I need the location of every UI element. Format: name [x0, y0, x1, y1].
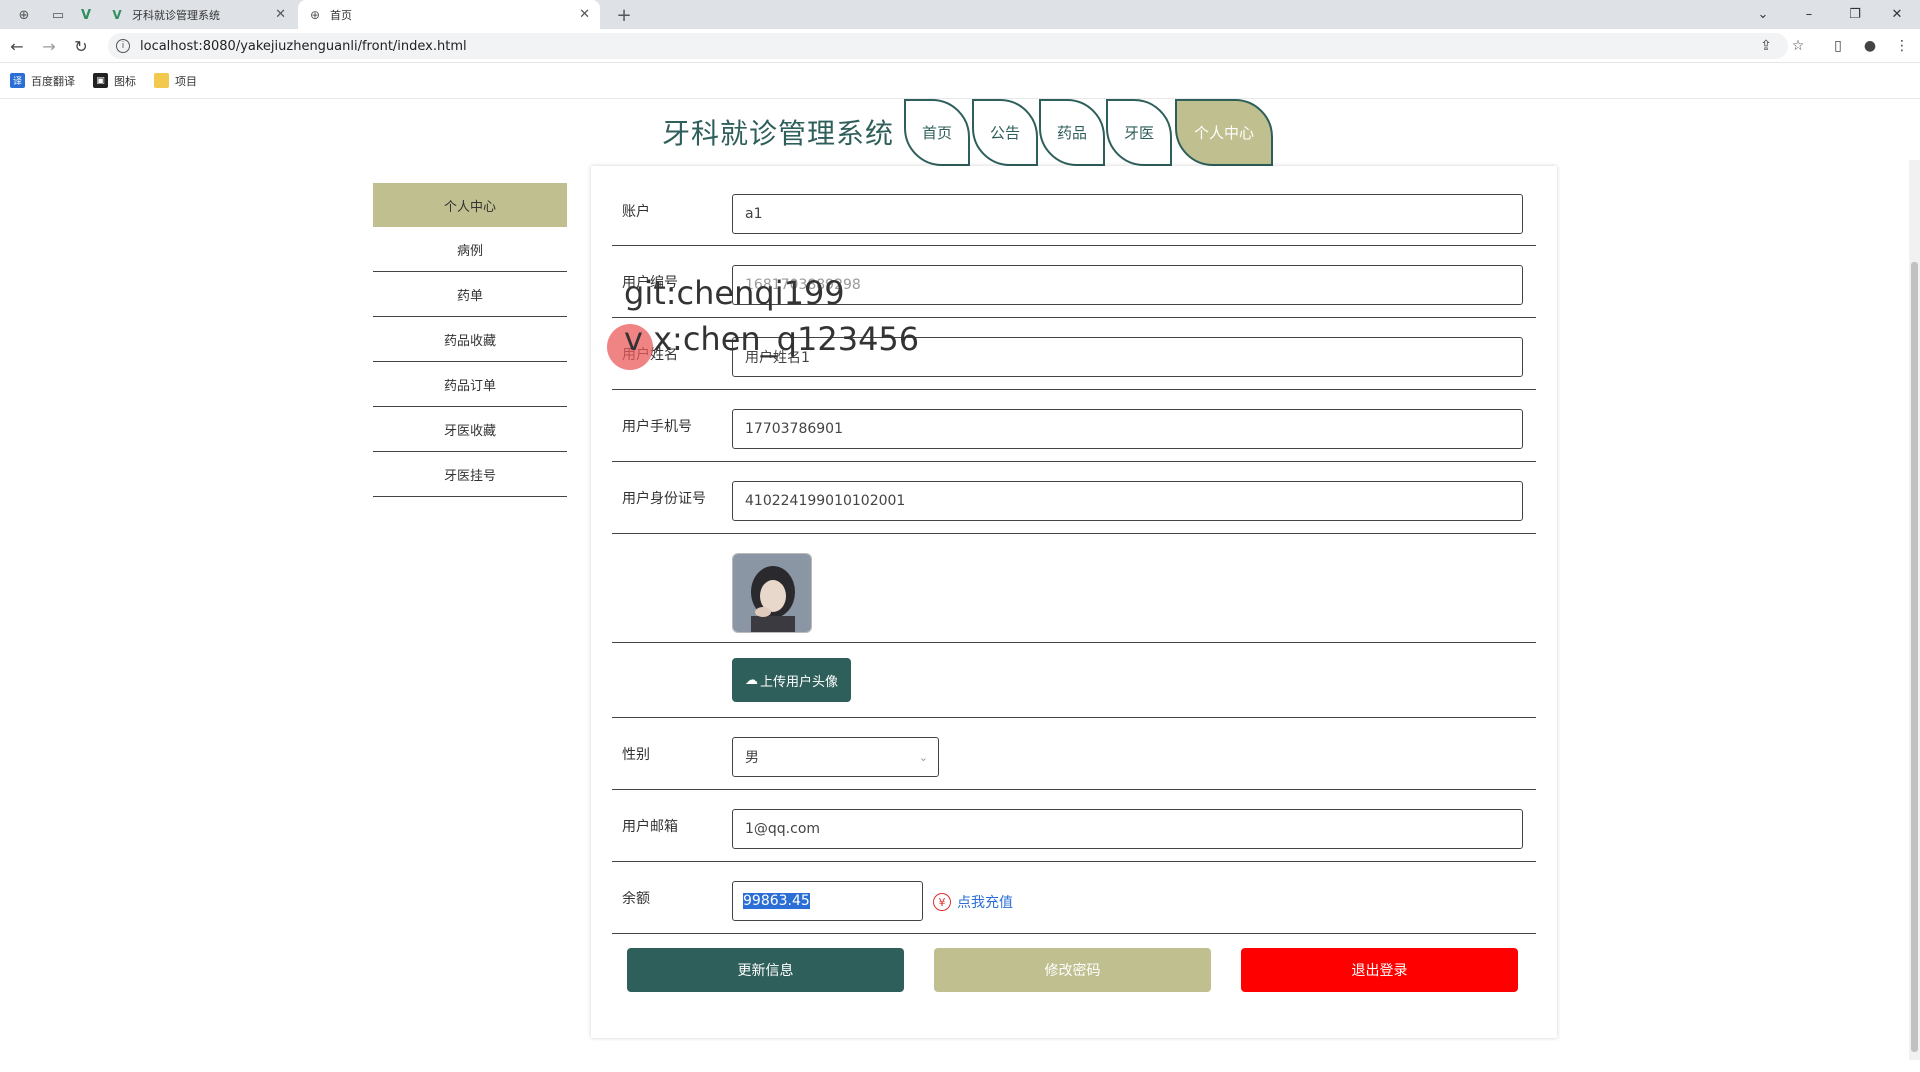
nav-home[interactable]: 首页: [904, 99, 970, 166]
close-icon[interactable]: ✕: [579, 7, 590, 22]
bookmarks-bar: 译 百度翻译 ▣ 图标 项目: [0, 63, 1920, 99]
gender-value: 男: [745, 750, 759, 766]
sidebar-item-prescriptions[interactable]: 药单: [373, 272, 567, 317]
profile-icon[interactable]: ●: [1860, 36, 1880, 56]
id-card-label: 用户身份证号: [622, 491, 706, 507]
bookmark-label: 项目: [175, 74, 197, 88]
new-tab-icon[interactable]: +: [614, 5, 634, 26]
tab-search-icon[interactable]: ⌄: [1740, 0, 1786, 29]
balance-value: 99863.45: [743, 893, 810, 909]
gender-select[interactable]: 男 ⌄: [732, 737, 939, 777]
browser-tab-bar: ⊕ ▭ V V 牙科就诊管理系统 ✕ ⊕ 首页 ✕ + ⌄ – ❐ ✕: [0, 0, 1920, 29]
avatar[interactable]: [732, 553, 812, 633]
bookmark-baidu-translate[interactable]: 译 百度翻译: [10, 73, 75, 89]
url-input[interactable]: i localhost:8080/yakejiuzhenguanli/front…: [108, 33, 1788, 59]
phone-input[interactable]: 17703786901: [732, 409, 1523, 449]
close-window-icon[interactable]: ✕: [1874, 0, 1920, 29]
translate-icon: 译: [10, 73, 25, 88]
watermark-line-2: v x:chen_q123456: [624, 320, 920, 358]
nav-notice[interactable]: 公告: [972, 99, 1038, 166]
nav-medicine[interactable]: 药品: [1039, 99, 1105, 166]
info-icon[interactable]: i: [116, 39, 130, 53]
vue-icon: V: [112, 7, 122, 22]
account-input[interactable]: a1: [732, 194, 1523, 234]
reload-icon[interactable]: ↻: [70, 35, 92, 57]
tab-home[interactable]: ⊕ 首页 ✕: [298, 0, 600, 29]
sidebar-item-medicine-orders[interactable]: 药品订单: [373, 362, 567, 407]
email-input[interactable]: 1@qq.com: [732, 809, 1523, 849]
url-text: localhost:8080/yakejiuzhenguanli/front/i…: [140, 38, 467, 54]
id-card-input[interactable]: 410224199010102001: [732, 481, 1523, 521]
blank-page-icon[interactable]: ▭: [48, 5, 68, 25]
sidebar-item-dentist-registration[interactable]: 牙医挂号: [373, 452, 567, 497]
address-bar-row: ← → ↻ i localhost:8080/yakejiuzhenguanli…: [0, 29, 1920, 63]
forward-icon[interactable]: →: [38, 35, 60, 57]
share-icon[interactable]: ⇪: [1756, 36, 1776, 56]
sidebar-item-cases[interactable]: 病例: [373, 227, 567, 272]
form-row-avatar: [612, 535, 1536, 643]
form-row-phone: 用户手机号 17703786901: [612, 391, 1536, 462]
sidebar-item-dentist-favorites[interactable]: 牙医收藏: [373, 407, 567, 452]
account-label: 账户: [622, 204, 650, 220]
form-row-email: 用户邮箱 1@qq.com: [612, 791, 1536, 862]
change-password-button[interactable]: 修改密码: [934, 948, 1211, 992]
watermark-line-1: git:chenqi199: [624, 274, 845, 312]
chevron-down-icon: ⌄: [918, 750, 928, 764]
email-label: 用户邮箱: [622, 819, 678, 835]
back-icon[interactable]: ←: [6, 35, 28, 57]
vue-icon[interactable]: V: [76, 5, 96, 25]
restore-icon[interactable]: ❐: [1832, 0, 1878, 29]
folder-icon: [154, 73, 169, 88]
upload-label: 上传用户头像: [759, 674, 838, 690]
gender-label: 性别: [622, 747, 650, 763]
sidebar: 个人中心 病例 药单 药品收藏 药品订单 牙医收藏 牙医挂号: [373, 183, 567, 497]
tab-title: 牙科就诊管理系统: [132, 8, 220, 22]
scrollbar-thumb[interactable]: [1911, 262, 1918, 1052]
side-panel-icon[interactable]: ▯: [1828, 36, 1848, 56]
bookmark-star-icon[interactable]: ☆: [1788, 36, 1808, 56]
form-row-balance: 余额 99863.45 ¥ 点我充值: [612, 863, 1536, 934]
user-id-input[interactable]: 1681703889298: [732, 265, 1523, 305]
recharge-link[interactable]: ¥ 点我充值: [933, 892, 1013, 912]
tab-title: 首页: [330, 8, 352, 22]
minimize-icon[interactable]: –: [1786, 0, 1832, 29]
image-icon: ▣: [93, 73, 108, 88]
upload-avatar-button[interactable]: ☁ 上传用户头像: [732, 658, 851, 702]
bookmark-label: 图标: [114, 74, 136, 88]
phone-label: 用户手机号: [622, 419, 692, 435]
globe-icon: ⊕: [309, 7, 321, 22]
bookmark-label: 百度翻译: [31, 74, 75, 88]
site-title: 牙科就诊管理系统: [662, 117, 895, 150]
avatar-photo-icon: [733, 554, 811, 632]
balance-input[interactable]: 99863.45: [732, 881, 923, 921]
update-info-button[interactable]: 更新信息: [627, 948, 904, 992]
recharge-label: 点我充值: [957, 895, 1013, 911]
yen-icon: ¥: [933, 893, 951, 911]
nav-dentist[interactable]: 牙医: [1106, 99, 1172, 166]
globe-icon[interactable]: ⊕: [14, 5, 34, 25]
form-row-id-card: 用户身份证号 410224199010102001: [612, 463, 1536, 534]
form-row-account: 账户 a1: [612, 166, 1536, 246]
sidebar-item-personal-center[interactable]: 个人中心: [373, 183, 567, 227]
form-row-gender: 性别 男 ⌄: [612, 719, 1536, 790]
close-icon[interactable]: ✕: [275, 7, 286, 22]
bookmark-icons[interactable]: ▣ 图标: [93, 73, 136, 89]
bookmark-projects[interactable]: 项目: [154, 73, 197, 89]
nav-personal-center[interactable]: 个人中心: [1175, 99, 1273, 166]
cloud-upload-icon: ☁: [744, 672, 758, 688]
form-row-upload: ☁ 上传用户头像: [612, 644, 1536, 718]
balance-label: 余额: [622, 891, 650, 907]
tab-admin[interactable]: V 牙科就诊管理系统 ✕: [100, 0, 296, 29]
sidebar-item-medicine-favorites[interactable]: 药品收藏: [373, 317, 567, 362]
menu-kebab-icon[interactable]: ⋮: [1892, 36, 1912, 56]
logout-button[interactable]: 退出登录: [1241, 948, 1518, 992]
